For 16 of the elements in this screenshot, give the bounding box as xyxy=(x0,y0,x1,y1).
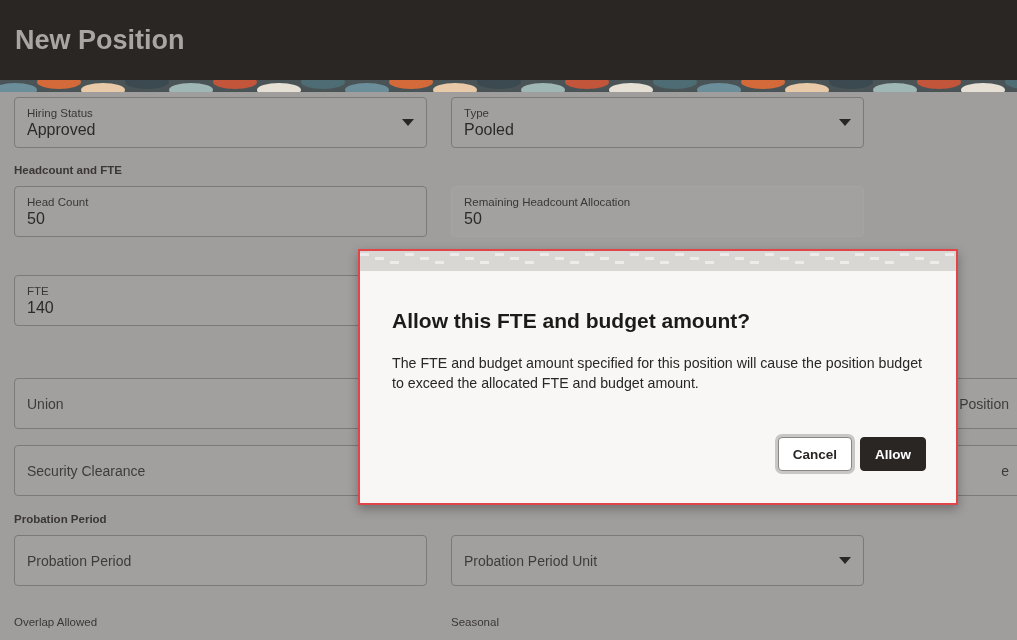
select-field[interactable]: Type Pooled xyxy=(451,97,864,148)
select-field[interactable]: Probation Period Unit xyxy=(451,535,864,586)
input-field[interactable]: Head Count 50 xyxy=(14,186,427,237)
field-label: Overlap Allowed xyxy=(14,616,99,628)
input-field[interactable]: Probation Period xyxy=(14,535,427,586)
select-field[interactable]: Hiring Status Approved xyxy=(14,97,427,148)
section-heading: Probation Period xyxy=(14,512,108,526)
cancel-button[interactable]: Cancel xyxy=(777,437,852,471)
input-field: Remaining Headcount Allocation 50 xyxy=(451,186,864,237)
page-title: New Position xyxy=(15,24,185,56)
caret-icon xyxy=(839,119,851,126)
allow-button[interactable]: Allow xyxy=(860,437,926,471)
field-label: Seasonal xyxy=(451,616,500,628)
caret-icon xyxy=(839,557,851,564)
section-heading: Headcount and FTE xyxy=(14,163,123,177)
caret-icon xyxy=(402,119,414,126)
